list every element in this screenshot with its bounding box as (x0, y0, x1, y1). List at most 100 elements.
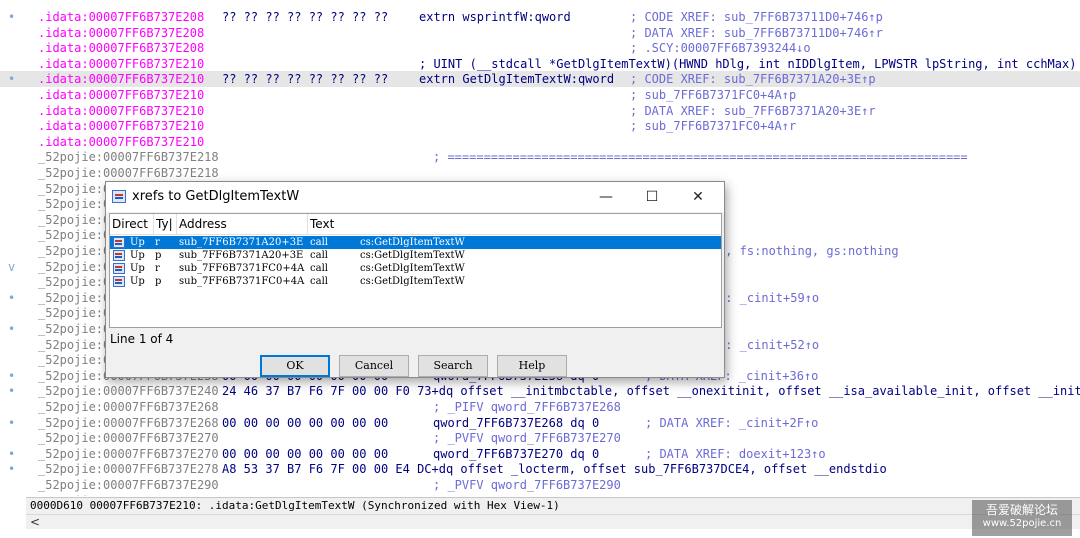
column-type[interactable]: Ty| (154, 214, 177, 234)
line-address: _52pojie:0 (38, 322, 111, 336)
xref-instruction: call (310, 250, 328, 261)
line-instruction: extrn wsprintfW:qword (419, 10, 571, 24)
listing-line[interactable]: .idata:00007FF6B737E210 ; sub_7FF6B7371FC… (0, 87, 1080, 103)
line-instruction: ; UINT (__stdcall *GetDlgItemTextW)(HWND… (419, 56, 1077, 71)
scroll-left-icon[interactable]: < (30, 515, 40, 529)
xref-row[interactable]: Up p sub_7FF6B7371A20+3E call cs:GetDlgItemT… (110, 249, 721, 262)
line-comment: ; sub_7FF6B7371FC0+4A↑p (630, 88, 797, 102)
xref-direction: Up (130, 263, 145, 274)
column-address[interactable]: Address (177, 214, 308, 234)
dialog-titlebar[interactable]: xrefs to GetDlgItemTextW — ☐ ✕ (106, 182, 724, 212)
listing-line[interactable]: • _52pojie:00007FF6B737E240 24 46 37 B7 F6… (0, 383, 1080, 399)
line-address: _52pojie:0 (38, 197, 111, 212)
help-button[interactable]: Help (497, 355, 567, 377)
listing-line[interactable]: .idata:00007FF6B737E208 ; .SCY:00007FF6B7… (0, 40, 1080, 56)
line-comment: F: _cinit+52↑o (718, 337, 820, 352)
line-address: _52pojie:00007FF6B737E218 (38, 150, 219, 165)
line-address: _52pojie:00007FF6B737E278 (38, 462, 219, 477)
xref-operand: cs:GetDlgItemTextW (360, 250, 465, 261)
xref-operand: cs:GetDlgItemTextW (360, 263, 465, 274)
xref-dot-icon: • (8, 72, 16, 87)
collapse-chevron-icon[interactable]: v (8, 259, 24, 275)
line-address: .idata:00007FF6B737E208 (38, 25, 205, 40)
listing-line[interactable]: _52pojie:00007FF6B737E218 ; =============… (0, 149, 1080, 165)
line-address: _52pojie:00007FF6B737E268 (38, 415, 219, 430)
line-address: _52pojie:0 (38, 244, 111, 258)
xref-dot-icon: • (8, 322, 16, 336)
line-comment: ; ======================================… (433, 150, 968, 165)
line-address: _52pojie:0 (38, 228, 111, 243)
xref-icon (113, 276, 125, 287)
xrefs-dialog[interactable]: xrefs to GetDlgItemTextW — ☐ ✕ Direct Ty… (105, 181, 725, 378)
listing-line[interactable]: • .idata:00007FF6B737E210 ?? ?? ?? ?? ?? ?… (0, 71, 1080, 88)
listing-line[interactable]: _52pojie:00007FF6B737E290 ; _PVFV qword_7… (0, 477, 1080, 493)
ok-button[interactable]: OK (260, 355, 330, 377)
line-comment: ; _PIFV qword_7FF6B737E268 (433, 400, 621, 414)
listing-line[interactable]: .idata:00007FF6B737E210 ; DATA XREF: sub_… (0, 103, 1080, 119)
xref-dot-icon: • (8, 290, 16, 305)
xref-row[interactable]: Up r sub_7FF6B7371A20+3E call cs:GetDlgItemT… (110, 236, 721, 249)
xref-dot-icon: • (8, 368, 16, 383)
xref-row[interactable]: Up r sub_7FF6B7371FC0+4A call cs:GetDlgItemT… (110, 262, 721, 275)
line-address: _52pojie:00007FF6B737E290 (38, 478, 219, 492)
line-address: _52pojie:00007FF6B737E240 (38, 384, 219, 399)
minimize-button[interactable]: — (584, 184, 628, 210)
line-address: _52pojie:0 (38, 306, 111, 321)
line-address: .idata:00007FF6B737E210 (38, 119, 205, 134)
line-instruction: extrn GetDlgItemTextW:qword (419, 72, 615, 87)
listing-line[interactable]: • _52pojie:00007FF6B737E290 (0, 493, 1080, 496)
line-comment: ; .SCY:00007FF6B7393244↓o (630, 41, 811, 56)
xref-instruction: call (310, 276, 328, 287)
xrefs-list[interactable]: Direct Ty| Address Text Up r sub_7FF6B7371… (109, 213, 722, 328)
listing-line[interactable]: • .idata:00007FF6B737E208 ?? ?? ?? ?? ?? ?… (0, 9, 1080, 25)
line-address: _52pojie:0 (38, 275, 111, 290)
list-header: Direct Ty| Address Text (110, 214, 721, 235)
xref-address: sub_7FF6B7371A20+3E (179, 237, 304, 248)
line-comment: ; _PVFV qword_7FF6B737E270 (433, 431, 621, 446)
xref-address: sub_7FF6B7371A20+3E (179, 250, 304, 261)
xref-instruction: call (310, 263, 328, 274)
xref-dot-icon: • (8, 462, 16, 477)
xref-direction: Up (130, 237, 145, 248)
column-text[interactable]: Text (308, 214, 721, 234)
listing-line[interactable]: .idata:00007FF6B737E210 ; sub_7FF6B7371FC… (0, 118, 1080, 134)
close-button[interactable]: ✕ (676, 184, 720, 210)
line-address: _52pojie:00007FF6B737E270 (38, 431, 219, 446)
line-address: _52pojie:0 (38, 259, 111, 274)
line-address: .idata:00007FF6B737E210 (38, 134, 205, 149)
search-button[interactable]: Search (418, 355, 488, 377)
listing-line[interactable]: _52pojie:00007FF6B737E218 (0, 165, 1080, 181)
listing-line[interactable]: • _52pojie:00007FF6B737E268 00 00 00 00 00… (0, 415, 1080, 431)
line-address: _52pojie:0 (38, 212, 111, 227)
column-direction[interactable]: Direct (110, 214, 154, 234)
xref-address: sub_7FF6B7371FC0+4A (179, 276, 305, 287)
xref-type: r (155, 237, 160, 248)
listing-line[interactable]: _52pojie:00007FF6B737E268 ; _PIFV qword_7… (0, 399, 1080, 415)
xref-dot-icon: • (8, 10, 16, 24)
line-address: .idata:00007FF6B737E210 (38, 103, 205, 118)
xref-icon (113, 250, 125, 261)
maximize-button[interactable]: ☐ (630, 184, 674, 210)
line-instruction: qword_7FF6B737E270 dq 0 (433, 446, 600, 461)
listing-line[interactable]: • _52pojie:00007FF6B737E278 A8 53 37 B7 F6… (0, 461, 1080, 477)
line-address: _52pojie:0 (38, 181, 111, 196)
listing-line[interactable]: .idata:00007FF6B737E210 (0, 134, 1080, 150)
horizontal-scrollbar[interactable]: < (26, 514, 1080, 529)
xref-dot-icon: • (8, 384, 16, 399)
xref-operand: cs:GetDlgItemTextW (360, 276, 465, 287)
listing-line[interactable]: .idata:00007FF6B737E208 ; DATA XREF: sub_… (0, 25, 1080, 41)
cancel-button[interactable]: Cancel (339, 355, 409, 377)
xref-row[interactable]: Up p sub_7FF6B7371FC0+4A call cs:GetDlgItemT… (110, 275, 721, 288)
watermark-line1: 吾爱破解论坛 (985, 503, 1058, 517)
line-address: .idata:00007FF6B737E210 (38, 56, 205, 71)
line-count: Line 1 of 4 (110, 332, 174, 346)
listing-line[interactable]: .idata:00007FF6B737E210 ; UINT (__stdcall… (0, 56, 1080, 72)
line-address: _52pojie:00007FF6B737E218 (38, 166, 219, 180)
line-address: _52pojie:0 (38, 353, 111, 368)
line-comment: ; DATA XREF: sub_7FF6B73711D0+746↑r (630, 25, 883, 40)
xref-dot-icon: • (8, 415, 16, 430)
line-comment: ; DATA XREF: doexit+123↑o (645, 446, 826, 461)
line-bytes: ?? ?? ?? ?? ?? ?? ?? ?? (222, 10, 389, 24)
listing-line[interactable]: • _52pojie:00007FF6B737E270 00 00 00 00 00… (0, 446, 1080, 462)
listing-line[interactable]: _52pojie:00007FF6B737E270 ; _PVFV qword_7… (0, 430, 1080, 446)
